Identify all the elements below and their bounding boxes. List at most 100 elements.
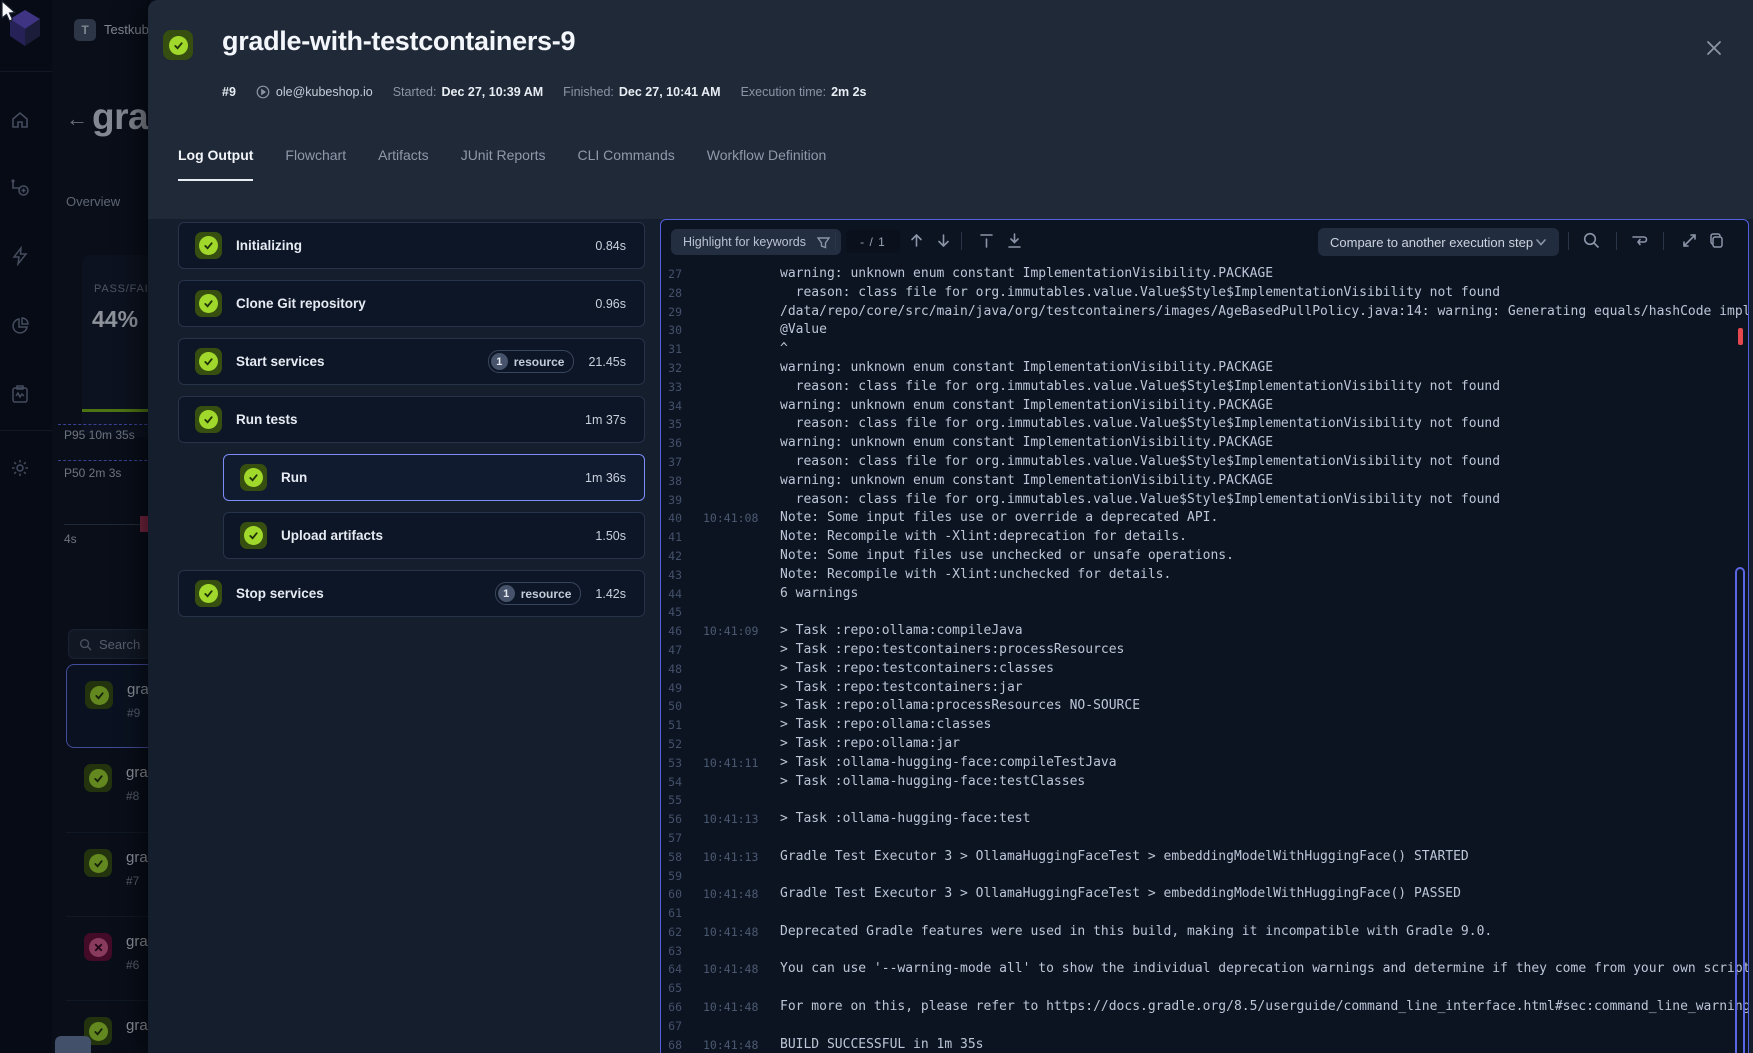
drawer-tab[interactable]: Workflow Definition [707,147,827,173]
execution-name: gra [127,681,149,698]
execution-number: #6 [126,958,148,972]
step-duration: 1.50s [595,529,626,543]
step-row[interactable]: Run tests 1m 37s [178,396,645,443]
partial-tooltip [55,1036,91,1053]
scroll-to-top-icon[interactable] [977,231,996,250]
log-line-number: 66 [661,1000,682,1014]
step-duration: 1m 37s [585,413,626,427]
log-line: 62 10:41:48 Deprecated Gradle features w… [661,923,1748,942]
home-icon[interactable] [10,110,30,130]
log-line-number: 49 [661,681,682,695]
log-line: 27 warning: unknown enum constant Implem… [661,265,1748,284]
log-line: 60 10:41:48 Gradle Test Executor 3 > Oll… [661,885,1748,904]
p95-label: P95 10m 35s [64,428,135,442]
toolbar-divider [1663,232,1664,250]
rail-divider [0,71,52,72]
close-icon[interactable] [1700,34,1728,62]
log-line: 53 10:41:11 > Task :ollama-hugging-face:… [661,754,1748,773]
back-arrow-icon[interactable]: ← [66,106,88,132]
log-line-text: > Task :repo:ollama:processResources NO-… [780,698,1140,713]
p50-label: P50 2m 3s [64,466,121,480]
log-line-text: > Task :repo:ollama:classes [780,717,991,732]
monitors-icon[interactable] [10,384,30,404]
log-line-timestamp: 10:41:13 [703,850,758,864]
log-line-text: Note: Recompile with -Xlint:unchecked fo… [780,567,1171,582]
step-label: Clone Git repository [236,296,366,311]
log-line: 39 reason: class file for org.immutables… [661,491,1748,510]
log-line-number: 68 [661,1038,682,1052]
log-line-number: 36 [661,436,682,450]
scrollbar-error-marker [1738,328,1743,345]
settings-gear-icon[interactable] [10,458,30,478]
log-line-text: BUILD SUCCESSFUL in 1m 35s [780,1037,984,1052]
compare-step-dropdown[interactable]: Compare to another execution step [1318,228,1559,256]
step-row[interactable]: Initializing 0.84s [178,222,645,269]
funnel-icon [816,235,831,250]
step-passed-icon [240,464,267,491]
log-line: 49 > Task :repo:testcontainers:jar [661,679,1748,698]
step-label: Stop services [236,586,324,601]
log-line-number: 62 [661,925,682,939]
log-line-number: 27 [661,267,682,281]
log-line-text: reason: class file for org.immutables.va… [780,285,1500,300]
team-avatar[interactable]: T [74,19,96,41]
step-duration: 0.84s [595,239,626,253]
log-scrollbar-thumb[interactable] [1735,567,1745,1053]
tab-overview[interactable]: Overview [66,194,120,209]
log-line: 34 warning: unknown enum constant Implem… [661,397,1748,416]
execution-name: gra [126,849,148,866]
log-line-number: 30 [661,323,682,337]
log-line-number: 28 [661,286,682,300]
log-line-timestamp: 10:41:48 [703,1038,758,1052]
step-row[interactable]: Clone Git repository 0.96s [178,280,645,327]
step-row[interactable]: Upload artifacts 1.50s [223,512,645,559]
execution-drawer: gradle-with-testcontainers-9 #9 ole@kube… [148,0,1753,1053]
step-duration: 21.45s [588,355,626,369]
execution-number: #7 [126,874,148,888]
log-line-text: > Task :repo:testcontainers:processResou… [780,642,1124,657]
fullscreen-icon[interactable] [1680,231,1699,250]
log-line-text: warning: unknown enum constant Implement… [780,473,1273,488]
log-line-number: 34 [661,399,682,413]
create-workflow-icon[interactable] [10,178,30,198]
step-row[interactable]: Run 1m 36s [223,454,645,501]
drawer-tab[interactable]: JUnit Reports [461,147,546,173]
log-line: 55 [661,791,1748,810]
log-line-text: > Task :repo:ollama:jar [780,736,960,751]
log-line-text: warning: unknown enum constant Implement… [780,266,1273,281]
drawer-tabs: Log Output Flowchart Artifacts JUnit Rep… [178,147,826,173]
drawer-tab[interactable]: Artifacts [378,147,429,173]
previous-match-icon[interactable] [907,231,926,250]
step-passed-icon [195,348,222,375]
search-log-icon[interactable] [1582,231,1601,250]
log-line: 48 > Task :repo:testcontainers:classes [661,660,1748,679]
log-line-number: 38 [661,474,682,488]
insights-icon[interactable] [10,316,30,336]
triggers-icon[interactable] [10,246,30,266]
drawer-tab[interactable]: Log Output [178,147,253,173]
triggered-by-user: ole@kubeshop.io [256,85,373,99]
step-row[interactable]: Start services 1 resource 21.45s [178,338,645,385]
log-line-number: 59 [661,869,682,883]
log-line-text: Gradle Test Executor 3 > OllamaHuggingFa… [780,849,1469,864]
step-passed-icon [195,580,222,607]
copy-log-icon[interactable] [1707,231,1726,250]
step-duration: 1.42s [595,587,626,601]
drawer-tab[interactable]: CLI Commands [578,147,675,173]
log-line: 54 > Task :ollama-hugging-face:testClass… [661,773,1748,792]
drawer-tab[interactable]: Flowchart [285,147,346,173]
log-line-text: Note: Some input files use or override a… [780,510,1218,525]
step-passed-icon [195,232,222,259]
log-viewer-panel: Highlight for keywords - / 1 Compare to … [660,219,1749,1053]
highlight-keywords-button[interactable]: Highlight for keywords [671,229,841,255]
log-line-number: 33 [661,380,682,394]
next-match-icon[interactable] [934,231,953,250]
word-wrap-icon[interactable] [1630,231,1649,250]
log-line-number: 37 [661,455,682,469]
log-line: 41 Note: Recompile with -Xlint:deprecati… [661,528,1748,547]
log-line: 65 [661,979,1748,998]
step-row[interactable]: Stop services 1 resource 1.42s [178,570,645,617]
axis-label: 4s [64,532,77,546]
download-log-icon[interactable] [1005,231,1024,250]
step-label: Start services [236,354,325,369]
